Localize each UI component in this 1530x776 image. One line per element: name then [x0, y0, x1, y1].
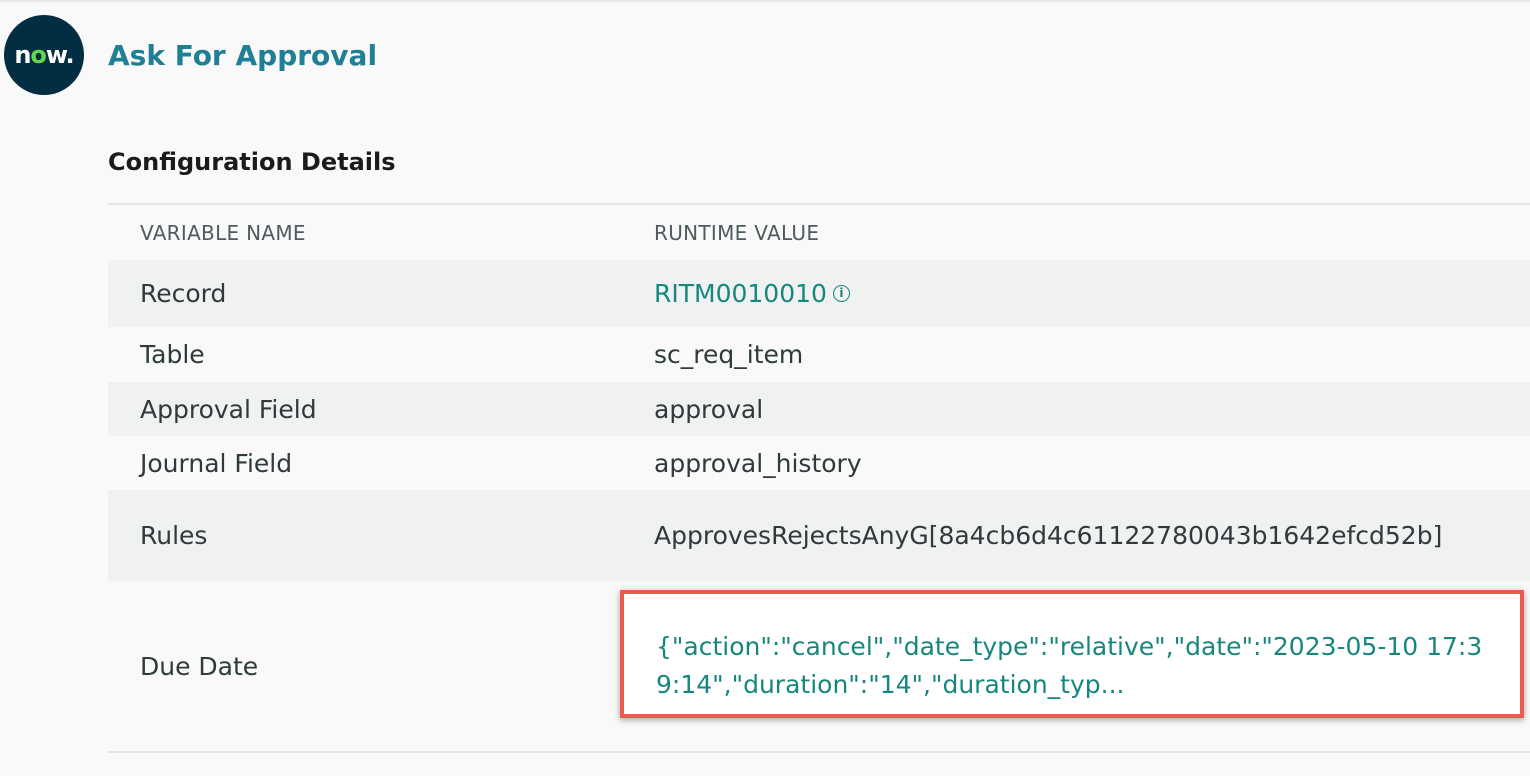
variable-name: Table [140, 340, 205, 369]
column-header-variable-name: VARIABLE NAME [140, 220, 306, 245]
logo-letter-n: n [14, 41, 31, 69]
section-title: Configuration Details [108, 148, 396, 176]
page: n o w. Ask For Approval Configuration Deta… [0, 0, 1530, 776]
table-row-approval-field: Approval Field approval [108, 382, 1530, 436]
header: n o w. Ask For Approval [0, 14, 377, 96]
due-date-value-link[interactable]: {"action":"cancel","date_type":"relative… [656, 632, 1482, 699]
page-title[interactable]: Ask For Approval [108, 39, 377, 72]
table-row-journal-field: Journal Field approval_history [108, 436, 1530, 490]
record-link[interactable]: RITM0010010 [654, 279, 827, 308]
variable-name: Journal Field [140, 448, 293, 478]
runtime-value: sc_req_item [654, 340, 804, 369]
logo-letter-w: w. [45, 41, 75, 69]
table-row-table: Table sc_req_item [108, 327, 1530, 382]
logo-letter-o: o [30, 41, 46, 69]
due-date-value-highlight[interactable]: {"action":"cancel","date_type":"relative… [620, 590, 1524, 718]
column-header-runtime-value: RUNTIME VALUE [654, 220, 820, 245]
table-header-row: VARIABLE NAME RUNTIME VALUE [108, 204, 1530, 260]
variable-name: Rules [108, 490, 654, 581]
runtime-value: approval [654, 382, 1530, 436]
runtime-value-cell: RITM0010010 i [654, 260, 1530, 327]
servicenow-logo: n o w. [4, 15, 84, 95]
runtime-value: approval_history [654, 448, 862, 478]
table-row-record: Record RITM0010010 i [108, 260, 1530, 327]
runtime-value: ApprovesRejectsAnyG[8a4cb6d4c61122780043… [654, 490, 1530, 581]
variable-name: Approval Field [108, 382, 654, 436]
variable-name: Due Date [140, 651, 259, 681]
table-row-rules: Rules ApprovesRejectsAnyG[8a4cb6d4c61122… [108, 490, 1530, 581]
variable-name: Record [108, 260, 654, 327]
info-icon[interactable]: i [832, 284, 850, 302]
